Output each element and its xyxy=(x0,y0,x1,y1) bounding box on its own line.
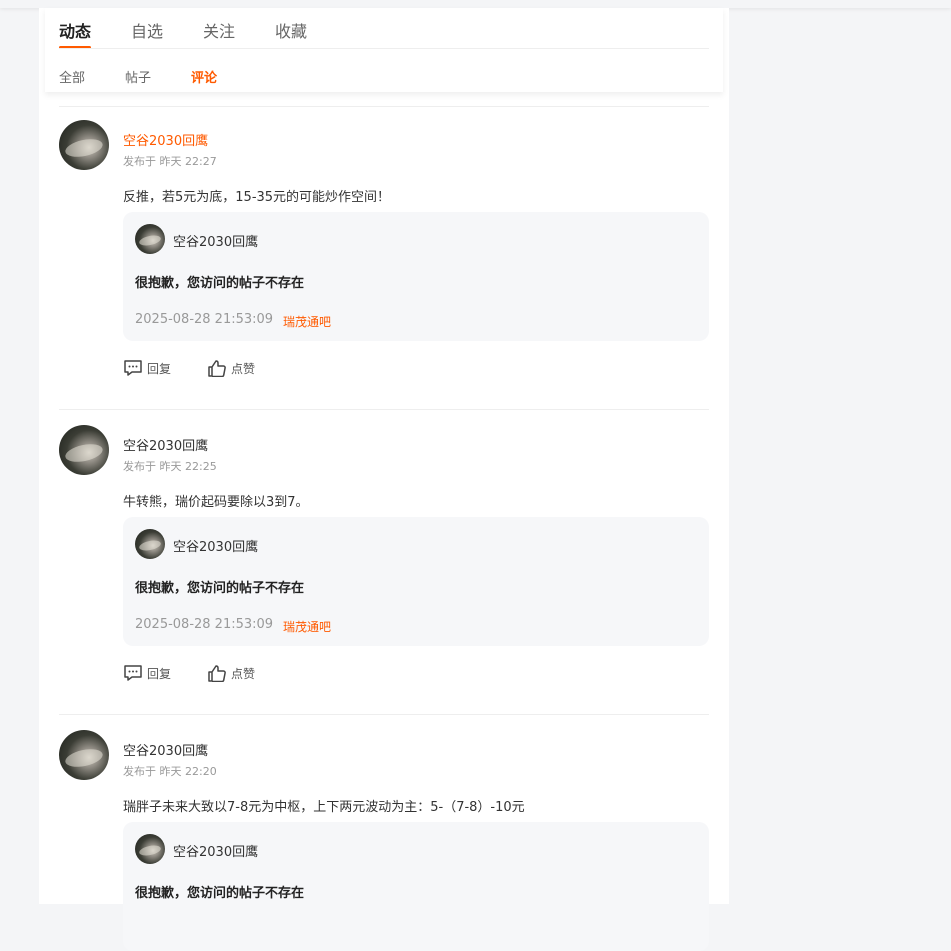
avatar[interactable] xyxy=(59,120,109,170)
quoted-post-card[interactable]: 空谷2030回鹰 很抱歉，您访问的帖子不存在 2025-08-28 21:53:… xyxy=(123,212,709,341)
tabs-card: 动态 自选 关注 收藏 全部 帖子 评论 xyxy=(45,8,723,92)
username-link[interactable]: 空谷2030回鹰 xyxy=(123,435,208,454)
tab-favorites[interactable]: 收藏 xyxy=(275,18,307,48)
quoted-post-title: 很抱歉，您访问的帖子不存在 xyxy=(135,886,305,901)
action-bar: 回复 点赞 xyxy=(123,664,291,682)
quoted-username: 空谷2030回鹰 xyxy=(173,235,259,250)
content-panel: 动态 自选 关注 收藏 全部 帖子 评论 空谷2030回鹰 发布于 昨天 22:… xyxy=(39,8,729,951)
like-button[interactable]: 点赞 xyxy=(207,359,255,377)
quoted-bar-link[interactable]: 瑞茂通吧 xyxy=(283,618,331,635)
quoted-username: 空谷2030回鹰 xyxy=(173,845,259,860)
avatar[interactable] xyxy=(59,425,109,475)
sub-tabs: 全部 帖子 评论 xyxy=(59,67,257,86)
like-label: 点赞 xyxy=(231,666,256,681)
action-bar: 回复 点赞 xyxy=(123,359,291,377)
quoted-post-card[interactable]: 空谷2030回鹰 很抱歉，您访问的帖子不存在 2025-08-28 21:53:… xyxy=(123,517,709,646)
divider xyxy=(59,106,709,107)
divider xyxy=(59,409,709,410)
quoted-avatar xyxy=(135,529,165,559)
avatar[interactable] xyxy=(59,730,109,780)
comment-content[interactable]: 反推，若5元为底，15-35元的可能炒作空间！ xyxy=(123,186,390,205)
subtab-comments[interactable]: 评论 xyxy=(191,67,217,86)
comment-content[interactable]: 瑞胖子未来大致以7-8元为中枢，上下两元波动为主：5-（7-8）-10元 xyxy=(123,796,525,815)
quoted-avatar xyxy=(135,224,165,254)
like-label: 点赞 xyxy=(231,361,256,376)
username-link[interactable]: 空谷2030回鹰 xyxy=(123,740,208,759)
reply-button[interactable]: 回复 xyxy=(123,359,171,377)
top-header-strip xyxy=(0,0,951,8)
tab-dynamics[interactable]: 动态 xyxy=(59,18,92,49)
reply-label: 回复 xyxy=(147,361,172,376)
tab-watchlist[interactable]: 自选 xyxy=(131,18,163,48)
quoted-post-title: 很抱歉，您访问的帖子不存在 xyxy=(135,276,305,291)
post-time: 发布于 昨天 22:27 xyxy=(123,155,217,168)
divider xyxy=(59,714,709,715)
like-button[interactable]: 点赞 xyxy=(207,664,255,682)
thumbs-up-icon xyxy=(208,665,226,682)
subtab-all[interactable]: 全部 xyxy=(59,67,85,86)
post-time: 发布于 昨天 22:20 xyxy=(123,765,217,778)
username-link[interactable]: 空谷2030回鹰 xyxy=(123,130,208,149)
quoted-username: 空谷2030回鹰 xyxy=(173,540,259,555)
tab-following[interactable]: 关注 xyxy=(203,18,235,48)
quoted-post-date: 2025-08-28 21:53:09 xyxy=(135,617,274,632)
subtab-posts[interactable]: 帖子 xyxy=(125,67,151,86)
tabs-divider xyxy=(59,48,709,49)
reply-button[interactable]: 回复 xyxy=(123,664,171,682)
quoted-bar-link[interactable]: 瑞茂通吧 xyxy=(283,313,331,330)
main-tabs: 动态 自选 关注 收藏 xyxy=(59,18,347,49)
reply-label: 回复 xyxy=(147,666,172,681)
comment-icon xyxy=(124,665,142,681)
post-time: 发布于 昨天 22:25 xyxy=(123,460,217,473)
thumbs-up-icon xyxy=(208,360,226,377)
comment-content[interactable]: 牛转熊，瑞价起码要除以3到7。 xyxy=(123,491,309,510)
quoted-avatar xyxy=(135,834,165,864)
quoted-post-title: 很抱歉，您访问的帖子不存在 xyxy=(135,581,305,596)
quoted-post-card[interactable]: 空谷2030回鹰 很抱歉，您访问的帖子不存在 xyxy=(123,822,709,951)
comment-icon xyxy=(124,360,142,376)
quoted-post-date: 2025-08-28 21:53:09 xyxy=(135,312,274,327)
